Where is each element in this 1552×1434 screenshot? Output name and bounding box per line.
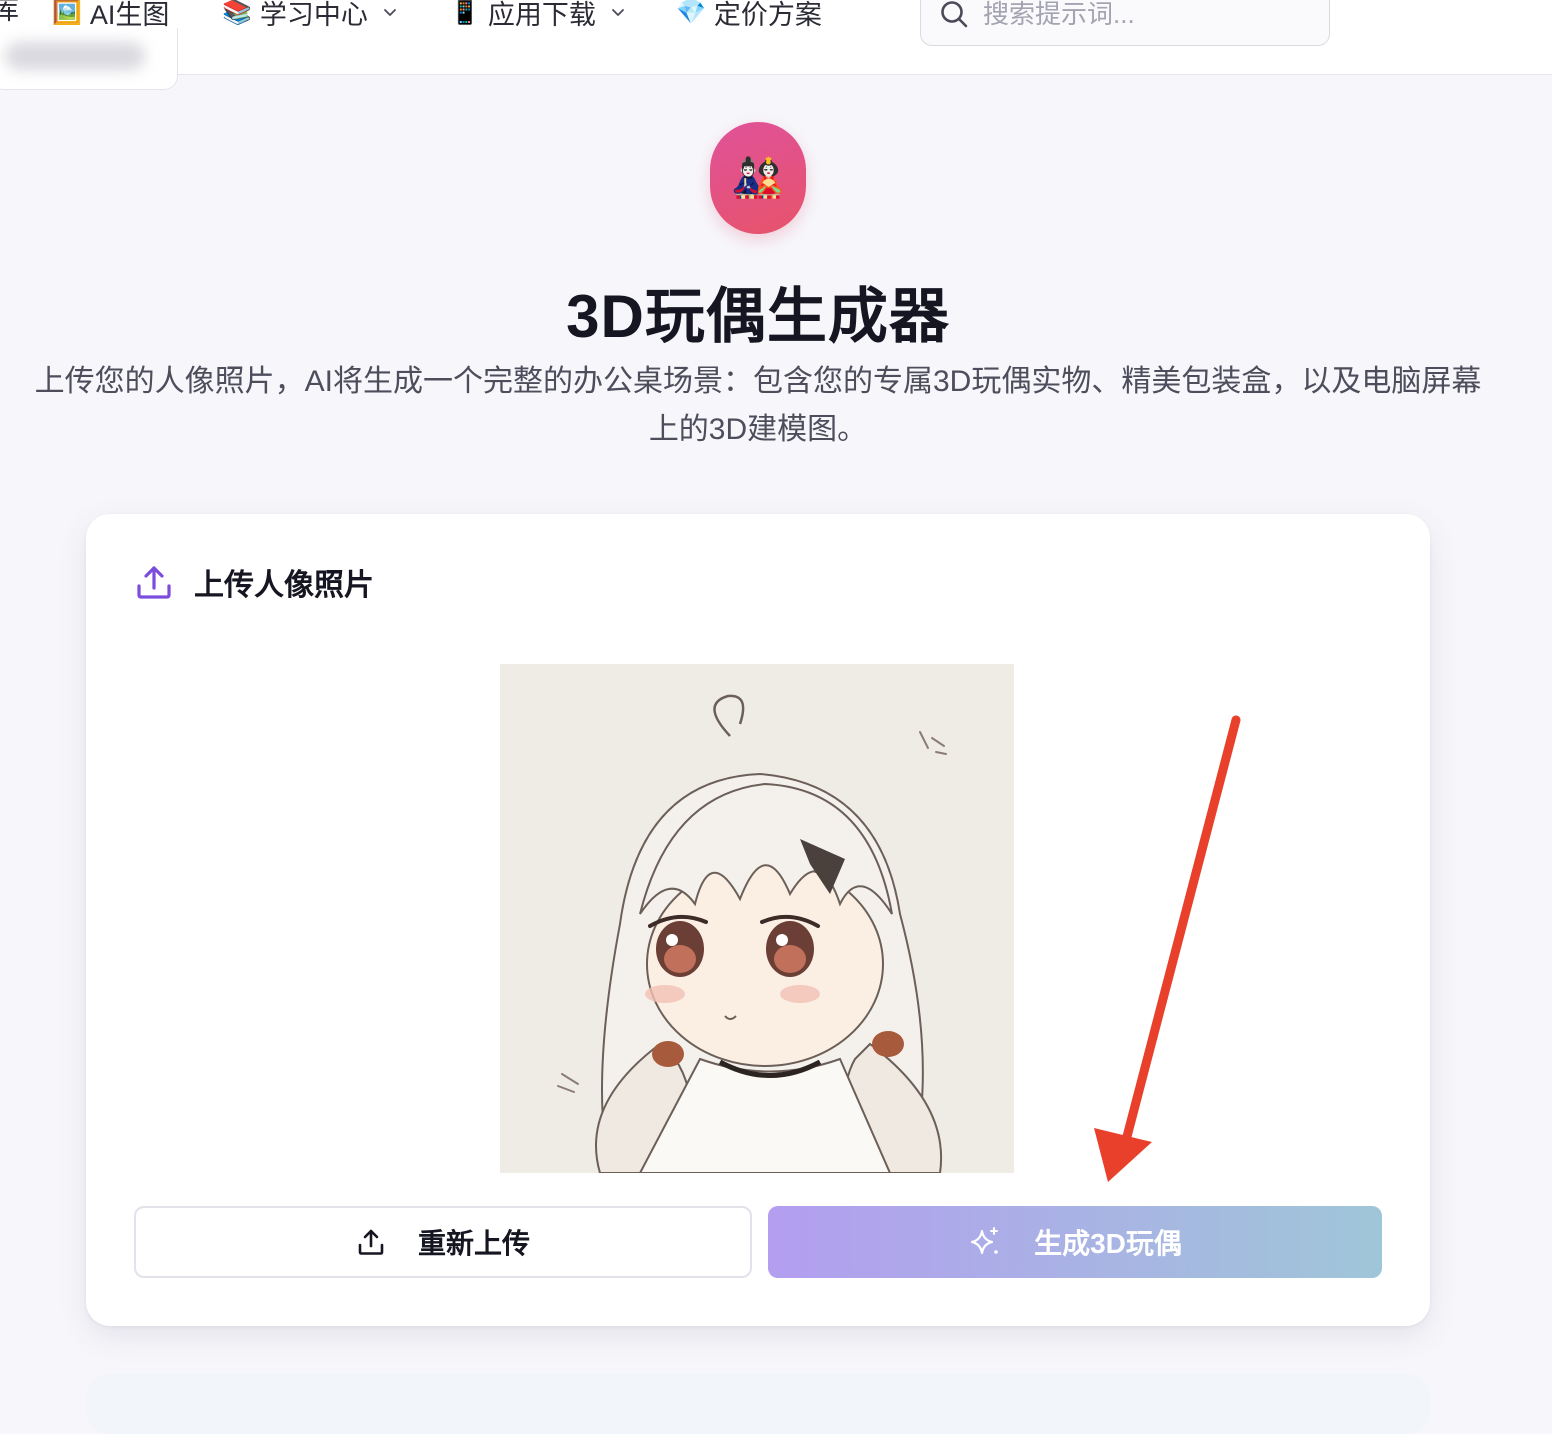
redacted-text	[5, 42, 145, 70]
upload-card: 上传人像照片 重新上传 生成3D玩偶	[86, 514, 1430, 1326]
nav-item-label: 定价方案	[713, 0, 822, 30]
books-icon: 📚	[222, 0, 252, 26]
generate-label: 生成3D玩偶	[1034, 1228, 1182, 1259]
nav-item-app-download[interactable]: 📱 应用下载	[450, 0, 626, 36]
card-title: 上传人像照片	[194, 569, 374, 602]
uploaded-photo-preview	[500, 664, 1014, 1173]
sparkles-icon	[970, 1227, 999, 1255]
search-icon	[941, 1, 968, 28]
blurred-user-chip[interactable]	[0, 28, 178, 90]
reupload-button[interactable]: 重新上传	[134, 1206, 752, 1278]
chibi-girl-illustration	[500, 664, 1014, 1173]
nav-edge-text: 库	[0, 0, 19, 25]
nav-item-learning-center[interactable]: 📚 学习中心	[222, 0, 398, 36]
mobile-phone-icon: 📱	[450, 0, 480, 26]
framed-picture-icon: 🖼️	[52, 0, 82, 26]
chevron-down-icon	[383, 9, 396, 16]
japanese-dolls-icon: 🎎	[731, 153, 785, 201]
nav-item-label: AI生图	[89, 0, 170, 30]
nav-item-label: 应用下载	[487, 0, 596, 30]
page-title: 3D玩偶生成器	[566, 283, 950, 350]
page-description: 上传您的人像照片，AI将生成一个完整的办公桌场景：包含您的专属3D玩偶实物、精美…	[34, 365, 1482, 446]
search-input[interactable]	[983, 0, 1303, 30]
generate-3d-doll-button[interactable]: 生成3D玩偶	[768, 1206, 1382, 1278]
next-section-card	[86, 1374, 1430, 1434]
nav-item-pricing[interactable]: 💎 定价方案	[676, 0, 822, 36]
top-nav: 库 🖼️ AI生图 📚 学习中心 📱 应用下载 💎 定价方案	[0, 0, 1552, 75]
card-header: 上传人像照片	[134, 560, 374, 604]
search-box[interactable]	[920, 0, 1330, 46]
upload-icon	[358, 1229, 384, 1255]
nav-item-label: 学习中心	[259, 0, 368, 30]
reupload-label: 重新上传	[417, 1228, 530, 1259]
dolls-app-icon: 🎎	[710, 122, 806, 234]
gem-icon: 💎	[676, 0, 706, 26]
chevron-down-icon	[611, 9, 624, 16]
upload-icon	[137, 566, 171, 599]
